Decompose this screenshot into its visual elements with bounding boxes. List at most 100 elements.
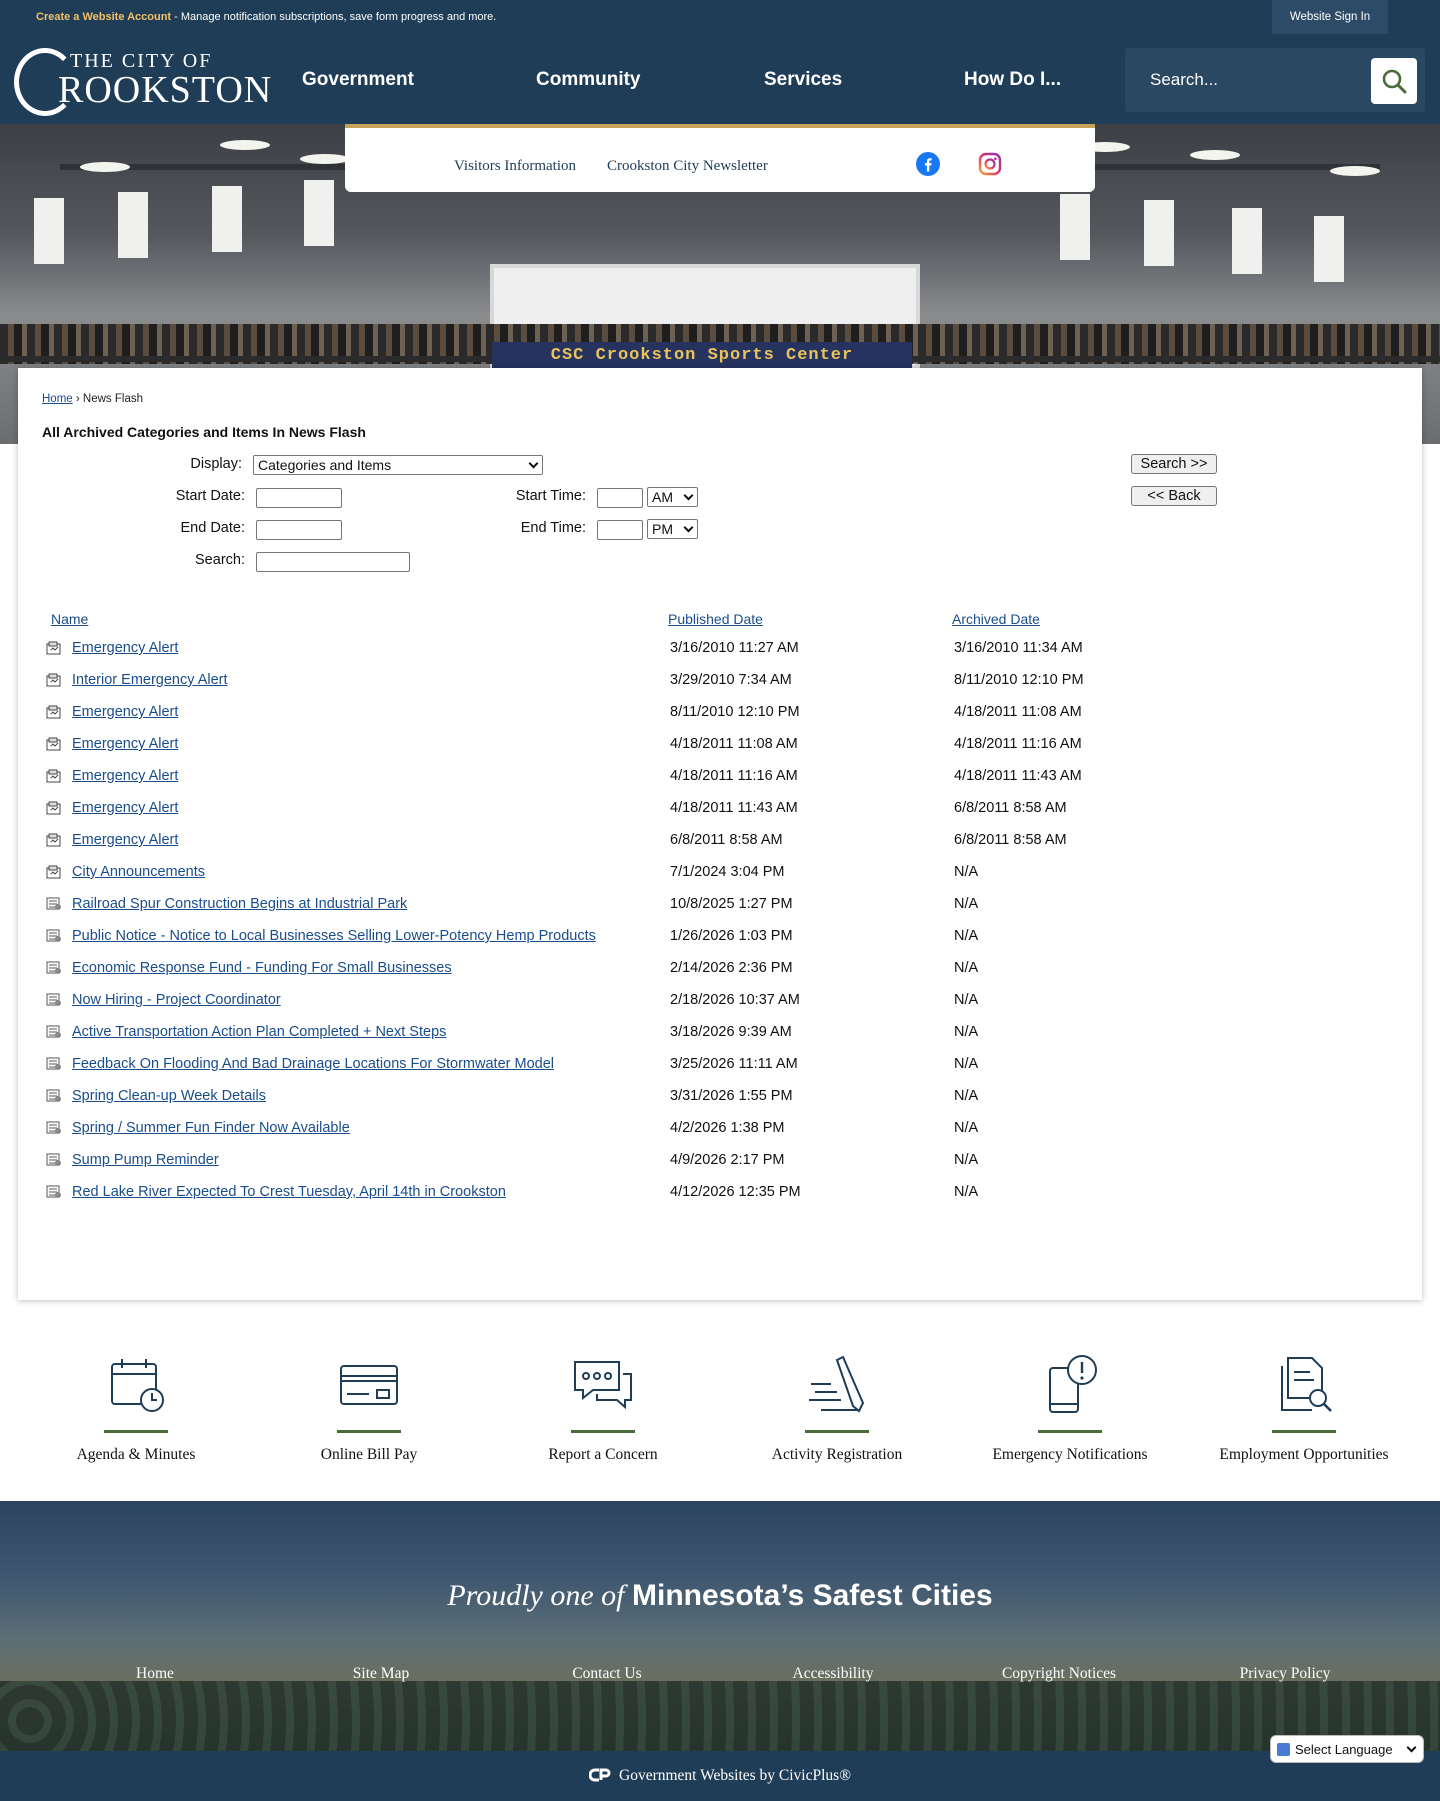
news-item-link[interactable]: Emergency Alert: [72, 768, 178, 784]
quick-link-employment[interactable]: Employment Opportunities: [1204, 1330, 1404, 1500]
published-date: 2/14/2026 2:36 PM: [670, 960, 793, 976]
quick-link-bill-pay[interactable]: Online Bill Pay: [269, 1330, 469, 1500]
category-icon: [46, 833, 62, 847]
end-date-input[interactable]: [256, 520, 342, 540]
category-icon: [46, 801, 62, 815]
instagram-icon[interactable]: [978, 152, 1002, 181]
search-button[interactable]: [1371, 58, 1417, 104]
start-time-input[interactable]: [597, 488, 643, 508]
footer-link-site-map[interactable]: Site Map: [281, 1665, 481, 1683]
news-item-link[interactable]: Feedback On Flooding And Bad Drainage Lo…: [72, 1056, 554, 1072]
quick-link-underline: [337, 1430, 401, 1433]
table-row: Emergency Alert 8/11/2010 12:10 PM 4/18/20…: [44, 697, 1144, 729]
website-sign-in-button[interactable]: Website Sign In: [1272, 0, 1388, 34]
start-time-label: Start Time:: [515, 488, 586, 504]
news-item-link[interactable]: City Announcements: [72, 864, 205, 880]
quick-link-agenda[interactable]: Agenda & Minutes: [36, 1330, 236, 1500]
search-submit-button[interactable]: Search >>: [1131, 454, 1217, 474]
news-item-link[interactable]: Emergency Alert: [72, 832, 178, 848]
nav-services[interactable]: Services: [764, 36, 842, 124]
ceiling-light: [1330, 166, 1380, 176]
table-row: Active Transportation Action Plan Comple…: [44, 1017, 1144, 1049]
create-account-link[interactable]: Create a Website Account: [36, 11, 171, 23]
news-item-link[interactable]: Public Notice - Notice to Local Business…: [72, 928, 596, 944]
footer-link-home[interactable]: Home: [55, 1665, 255, 1683]
table-row: Interior Emergency Alert 3/29/2010 7:34 A…: [44, 665, 1144, 697]
city-logo[interactable]: THE CITY OF ROOKSTON: [14, 44, 271, 116]
news-item-link[interactable]: Interior Emergency Alert: [72, 672, 228, 688]
end-ampm-select[interactable]: PM: [647, 519, 698, 539]
table-row: Feedback On Flooding And Bad Drainage Lo…: [44, 1049, 1144, 1081]
keyword-search-input[interactable]: [256, 552, 410, 572]
facebook-icon[interactable]: [916, 152, 940, 181]
footer-link-copyright[interactable]: Copyright Notices: [959, 1665, 1159, 1683]
news-item-link[interactable]: Now Hiring - Project Coordinator: [72, 992, 281, 1008]
end-date-label: End Date:: [180, 520, 246, 536]
quick-link-activity-registration[interactable]: Activity Registration: [737, 1330, 937, 1500]
news-item-link[interactable]: Emergency Alert: [72, 736, 178, 752]
published-date: 10/8/2025 1:27 PM: [670, 896, 793, 912]
published-date: 3/31/2026 1:55 PM: [670, 1088, 793, 1104]
news-item-link[interactable]: Emergency Alert: [72, 800, 178, 816]
news-item-link[interactable]: Spring Clean-up Week Details: [72, 1088, 266, 1104]
display-select-value: Categories and Items: [258, 457, 392, 473]
news-item-link[interactable]: Active Transportation Action Plan Comple…: [72, 1024, 446, 1040]
civicplus-credit[interactable]: Government Websites by CivicPlus®: [0, 1767, 1440, 1785]
top-strip: Create a Website Account - Manage notifi…: [0, 0, 1440, 36]
content-panel: Home › News Flash All Archived Categorie…: [18, 368, 1422, 1300]
quick-link-emergency-notifications[interactable]: Emergency Notifications: [970, 1330, 1170, 1500]
item-icon: [46, 961, 62, 975]
phone-alert-icon: [1049, 1355, 1097, 1413]
news-item-link[interactable]: Spring / Summer Fun Finder Now Available: [72, 1120, 350, 1136]
archived-date: N/A: [954, 1184, 979, 1200]
news-item-link[interactable]: Emergency Alert: [72, 640, 178, 656]
quick-link-report-concern[interactable]: Report a Concern: [503, 1330, 703, 1500]
news-item-link[interactable]: Railroad Spur Construction Begins at Ind…: [72, 896, 407, 912]
news-item-link[interactable]: Red Lake River Expected To Crest Tuesday…: [72, 1184, 506, 1200]
language-select[interactable]: Select Language: [1270, 1735, 1424, 1763]
published-date: 4/18/2011 11:16 AM: [670, 768, 798, 784]
chevron-down-icon: [683, 490, 694, 501]
start-date-input[interactable]: [256, 488, 342, 508]
chevron-down-icon: [683, 522, 694, 533]
column-header-published[interactable]: Published Date: [668, 611, 763, 627]
hanging-banner: [1314, 216, 1344, 282]
tagline-italic: Proudly one of: [447, 1579, 632, 1612]
table-row: Red Lake River Expected To Crest Tuesday…: [44, 1177, 1144, 1209]
news-item-link[interactable]: Sump Pump Reminder: [72, 1152, 219, 1168]
visitors-information-link[interactable]: Visitors Information: [454, 158, 576, 175]
news-item-link[interactable]: Economic Response Fund - Funding For Sma…: [72, 960, 452, 976]
document-search-icon: [1281, 1357, 1332, 1412]
ceiling-light: [1190, 150, 1240, 160]
calendar-clock-icon: [111, 1359, 164, 1412]
breadcrumb-home-link[interactable]: Home: [42, 393, 73, 405]
news-item-link[interactable]: Emergency Alert: [72, 704, 178, 720]
footer-link-privacy[interactable]: Privacy Policy: [1185, 1665, 1385, 1683]
table-row: Emergency Alert 4/18/2011 11:43 AM 6/8/201…: [44, 793, 1144, 825]
start-ampm-select[interactable]: AM: [647, 487, 698, 507]
search-input[interactable]: Search...: [1150, 70, 1218, 90]
nav-government[interactable]: Government: [302, 36, 414, 124]
start-ampm-value: AM: [652, 489, 673, 505]
column-header-archived[interactable]: Archived Date: [952, 611, 1040, 627]
ceiling-light: [220, 140, 270, 150]
column-header-name[interactable]: Name: [51, 611, 88, 627]
archived-date: N/A: [954, 1120, 979, 1136]
table-row: Spring / Summer Fun Finder Now Available…: [44, 1113, 1144, 1145]
hanging-banner: [304, 180, 334, 246]
treeline: [0, 1681, 1440, 1751]
site-search[interactable]: Search...: [1125, 48, 1425, 112]
translate-icon: [1277, 1743, 1290, 1756]
end-time-input[interactable]: [597, 520, 643, 540]
back-button[interactable]: << Back: [1131, 486, 1217, 506]
hanging-banner: [1144, 200, 1174, 266]
table-row: Emergency Alert 4/18/2011 11:08 AM 4/18/20…: [44, 729, 1144, 761]
footer-link-accessibility[interactable]: Accessibility: [733, 1665, 933, 1683]
nav-how-do-i[interactable]: How Do I...: [964, 36, 1061, 124]
newsletter-link[interactable]: Crookston City Newsletter: [607, 158, 768, 175]
nav-community[interactable]: Community: [536, 36, 641, 124]
tagline-bold: Minnesota’s Safest Cities: [632, 1579, 993, 1612]
footer-link-contact-us[interactable]: Contact Us: [507, 1665, 707, 1683]
display-select[interactable]: Categories and Items: [253, 455, 543, 475]
item-icon: [46, 1025, 62, 1039]
